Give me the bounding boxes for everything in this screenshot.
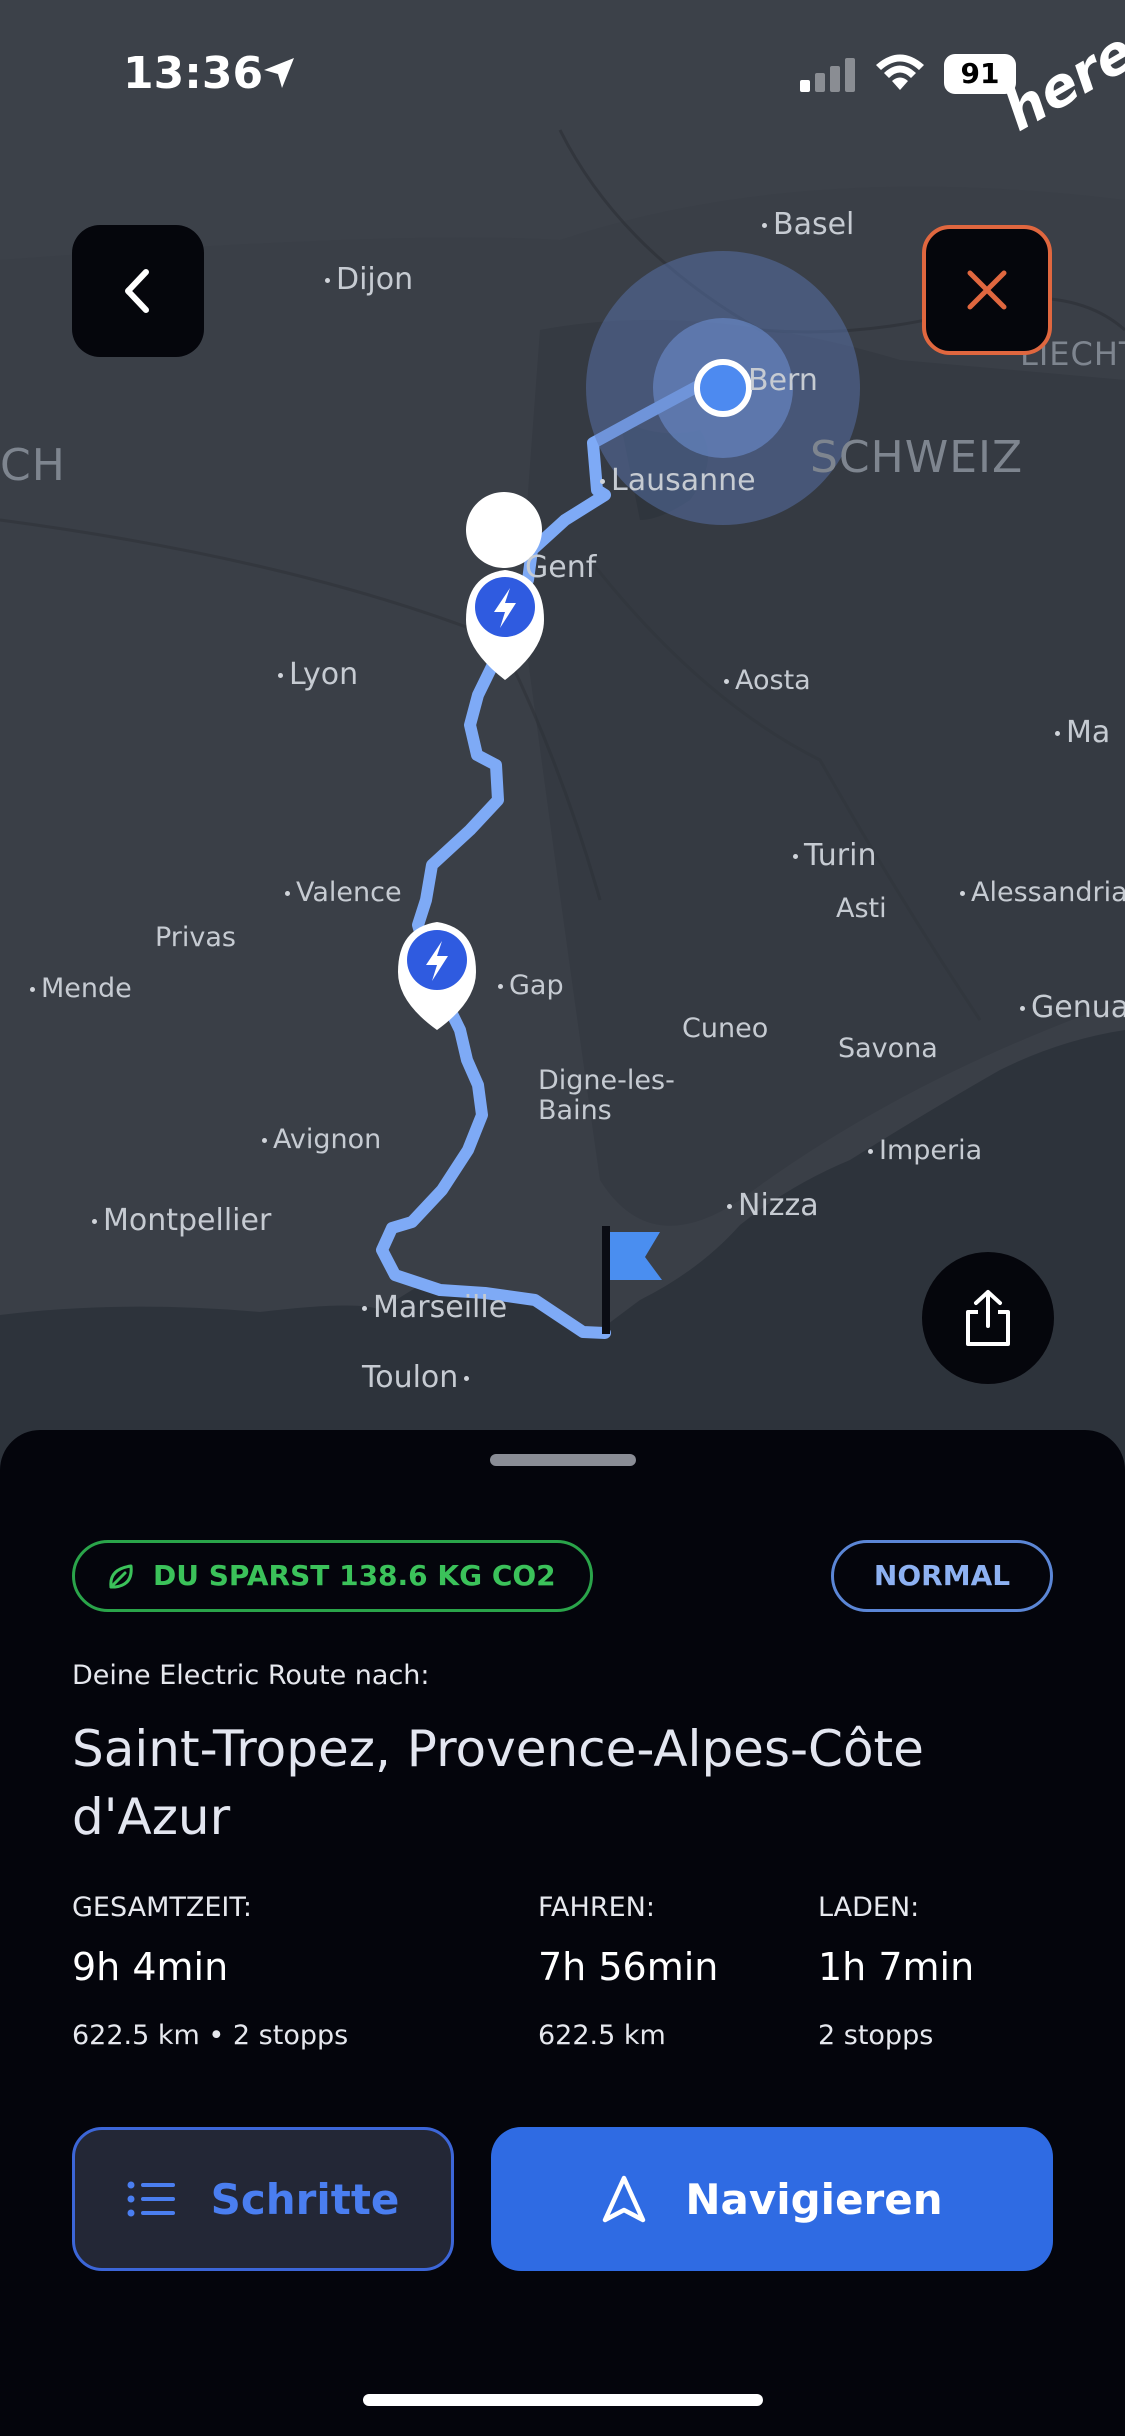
navigate-button[interactable]: Navigieren	[491, 2127, 1053, 2271]
city-label-digne: Digne-les-Bains	[538, 1065, 675, 1126]
city-label-ma: Ma	[1055, 715, 1110, 750]
co2-savings-badge: DU SPARST 138.6 KG CO2	[72, 1540, 593, 1612]
wifi-icon	[876, 54, 924, 90]
home-indicator[interactable]	[363, 2394, 763, 2406]
city-label-avignon: Avignon	[262, 1124, 381, 1155]
list-icon	[127, 2181, 175, 2217]
total-time-label: GESAMTZEIT:	[72, 1892, 253, 1923]
destination-title: Saint-Tropez, Provence-Alpes-Côte d'Azur	[72, 1720, 924, 1846]
city-label-privas: Privas	[155, 922, 236, 953]
city-label-aosta: Aosta	[724, 665, 811, 696]
leaf-icon	[109, 1564, 133, 1589]
steps-button-label: Schritte	[210, 2174, 400, 2224]
total-time-value: 9h 4min	[72, 1945, 229, 1989]
city-label-basel: Basel	[762, 207, 854, 242]
route-summary-sheet: DU SPARST 138.6 KG CO2 NORMAL Deine Elec…	[0, 1430, 1125, 2436]
close-button[interactable]	[922, 225, 1052, 355]
city-label-gap: Gap	[498, 970, 564, 1001]
charge-time-label: LADEN:	[818, 1892, 920, 1923]
city-label-toulon: Toulon	[362, 1360, 475, 1395]
charge-time-value: 1h 7min	[818, 1945, 975, 1989]
country-label-schweiz: SCHWEIZ	[810, 432, 1024, 483]
sheet-drag-handle[interactable]	[490, 1454, 636, 1466]
drive-time-value: 7h 56min	[538, 1945, 719, 1989]
city-label-asti: Asti	[836, 893, 887, 924]
city-label-cuneo: Cuneo	[682, 1013, 769, 1044]
share-button[interactable]	[922, 1252, 1054, 1384]
here-logo: here	[993, 19, 1125, 144]
steps-button[interactable]: Schritte	[72, 2127, 454, 2271]
city-label-genua: Genua	[1020, 990, 1125, 1025]
location-arrow-icon	[264, 58, 294, 88]
status-bar: 13:36 91 here	[0, 0, 1125, 144]
city-label-imperia: Imperia	[868, 1135, 982, 1166]
total-distance-stops: 622.5 km • 2 stopps	[72, 2020, 349, 2051]
city-label-valence: Valence	[285, 877, 402, 908]
city-label-nizza: Nizza	[727, 1188, 819, 1223]
share-icon	[966, 1290, 1010, 1346]
city-label-alessandria: Alessandria	[960, 877, 1125, 908]
chevron-left-icon	[125, 269, 149, 313]
city-label-mende: Mende	[30, 973, 132, 1004]
navigation-arrow-icon	[603, 2175, 646, 2223]
city-label-lyon: Lyon	[278, 657, 358, 692]
country-label-ch: CH	[0, 440, 66, 491]
close-icon	[967, 270, 1007, 310]
charging-stop-marker-2	[398, 922, 476, 1030]
current-location-dot	[694, 359, 752, 417]
city-label-montpellier: Montpellier	[92, 1203, 271, 1238]
drive-distance: 622.5 km	[538, 2020, 666, 2051]
drive-time-label: FAHREN:	[538, 1892, 655, 1923]
back-button[interactable]	[72, 225, 204, 357]
cellular-signal-icon	[800, 58, 855, 92]
charging-stop-marker-1	[465, 492, 544, 680]
city-label-dijon: Dijon	[325, 262, 413, 297]
city-label-genf: Genf	[525, 550, 597, 585]
city-label-marseille: Marseille	[362, 1290, 507, 1325]
city-label-lausanne: Lausanne	[600, 463, 756, 498]
charge-stops: 2 stopps	[818, 2020, 934, 2051]
route-mode-badge[interactable]: NORMAL	[831, 1540, 1053, 1612]
co2-badge-label: DU SPARST 138.6 KG CO2	[153, 1559, 556, 1592]
route-subtitle: Deine Electric Route nach:	[72, 1660, 430, 1691]
city-label-bern: Bern	[748, 363, 818, 398]
city-label-savona: Savona	[838, 1033, 938, 1064]
navigate-button-label: Navigieren	[685, 2174, 943, 2224]
status-time: 13:36	[123, 48, 264, 99]
city-label-turin: Turin	[793, 838, 876, 873]
